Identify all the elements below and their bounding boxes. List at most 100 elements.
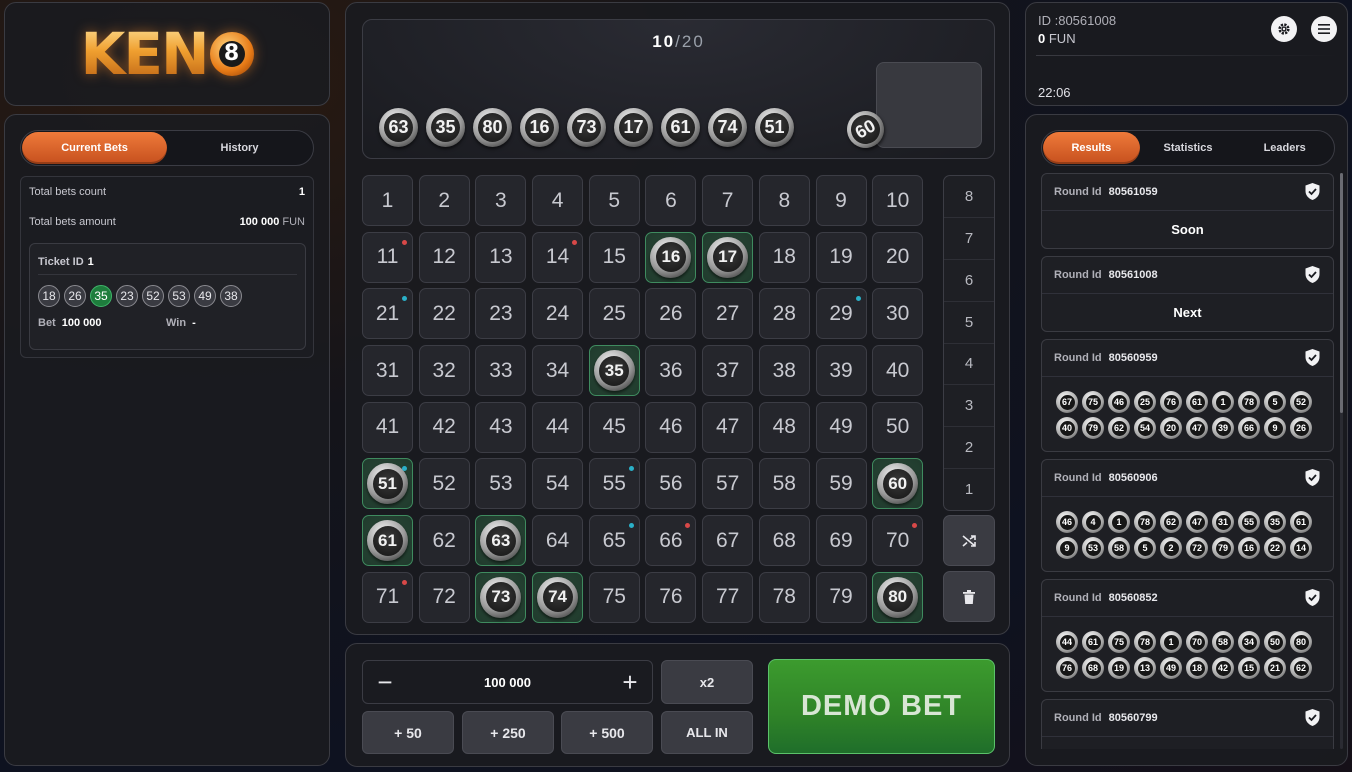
board-cell-5[interactable]: 5: [588, 175, 640, 226]
menu-button[interactable]: [1311, 16, 1337, 42]
quick-add-50-button[interactable]: + 50: [362, 711, 454, 754]
round-card[interactable]: Round Id 80560799: [1041, 699, 1334, 749]
board-cell-74[interactable]: 74: [532, 571, 584, 623]
board-cell-57[interactable]: 57: [702, 458, 754, 510]
board-cell-10[interactable]: 10: [872, 175, 924, 226]
shield-icon[interactable]: [1304, 468, 1321, 492]
settings-button[interactable]: [1271, 16, 1297, 42]
board-cell-22[interactable]: 22: [418, 288, 470, 340]
board-cell-14[interactable]: 14: [532, 231, 584, 283]
board-cell-63[interactable]: 63: [475, 515, 527, 567]
board-cell-78[interactable]: 78: [758, 571, 810, 623]
board-cell-30[interactable]: 30: [872, 288, 924, 340]
round-card[interactable]: Round Id 80560959 67 75 46 25 76 61 1 78 5 52 40 79 62…: [1041, 339, 1334, 452]
board-cell-41[interactable]: 41: [362, 401, 413, 453]
quick-add-250-button[interactable]: + 250: [462, 711, 554, 754]
board-cell-7[interactable]: 7: [702, 175, 754, 226]
board-cell-76[interactable]: 76: [645, 571, 697, 623]
all-in-button[interactable]: ALL IN: [661, 711, 753, 754]
board-cell-18[interactable]: 18: [758, 231, 810, 283]
board-cell-12[interactable]: 12: [418, 231, 470, 283]
increase-bet-button[interactable]: +: [620, 669, 640, 695]
shield-icon[interactable]: [1304, 708, 1321, 732]
board-cell-26[interactable]: 26: [645, 288, 697, 340]
board-cell-35[interactable]: 35: [588, 345, 640, 397]
board-cell-23[interactable]: 23: [475, 288, 527, 340]
board-cell-50[interactable]: 50: [872, 401, 924, 453]
board-cell-51[interactable]: 51: [362, 458, 413, 510]
board-cell-64[interactable]: 64: [532, 515, 584, 567]
shield-icon[interactable]: [1304, 182, 1321, 206]
board-cell-6[interactable]: 6: [645, 175, 697, 226]
board-cell-71[interactable]: 71: [362, 571, 413, 623]
round-card[interactable]: Round Id 80561059 Soon: [1041, 173, 1334, 249]
board-cell-36[interactable]: 36: [645, 345, 697, 397]
bet-amount-input[interactable]: 100 000: [484, 675, 531, 690]
board-cell-45[interactable]: 45: [588, 401, 640, 453]
board-cell-44[interactable]: 44: [532, 401, 584, 453]
board-cell-42[interactable]: 42: [418, 401, 470, 453]
round-card[interactable]: Round Id 80560852 44 61 75 78 1 70 58 34 50 80 76 68 1…: [1041, 579, 1334, 692]
board-cell-19[interactable]: 19: [815, 231, 867, 283]
board-cell-59[interactable]: 59: [815, 458, 867, 510]
board-cell-46[interactable]: 46: [645, 401, 697, 453]
board-cell-69[interactable]: 69: [815, 515, 867, 567]
board-cell-37[interactable]: 37: [702, 345, 754, 397]
round-card[interactable]: Round Id 80560906 46 4 1 78 62 47 31 55 35 61 9 53 58 5…: [1041, 459, 1334, 572]
board-cell-52[interactable]: 52: [418, 458, 470, 510]
shield-icon[interactable]: [1304, 265, 1321, 289]
board-cell-21[interactable]: 21: [362, 288, 413, 340]
board-cell-15[interactable]: 15: [588, 231, 640, 283]
board-cell-61[interactable]: 61: [362, 515, 413, 567]
ticket-card[interactable]: Ticket ID 1 18 26 35 23 52 53 49 38 Bet 100 000 W…: [29, 243, 306, 350]
board-cell-32[interactable]: 32: [418, 345, 470, 397]
board-cell-16[interactable]: 16: [645, 231, 697, 283]
board-cell-54[interactable]: 54: [532, 458, 584, 510]
tab-results[interactable]: Results: [1043, 132, 1140, 164]
board-cell-31[interactable]: 31: [362, 345, 413, 397]
board-cell-27[interactable]: 27: [702, 288, 754, 340]
rounds-scrollbar[interactable]: [1340, 173, 1343, 749]
board-cell-68[interactable]: 68: [758, 515, 810, 567]
board-cell-73[interactable]: 73: [475, 571, 527, 623]
board-cell-66[interactable]: 66: [645, 515, 697, 567]
board-cell-2[interactable]: 2: [418, 175, 470, 226]
tab-leaders[interactable]: Leaders: [1236, 132, 1333, 164]
board-cell-62[interactable]: 62: [418, 515, 470, 567]
board-cell-39[interactable]: 39: [815, 345, 867, 397]
quick-add-500-button[interactable]: + 500: [561, 711, 653, 754]
board-cell-79[interactable]: 79: [815, 571, 867, 623]
board-cell-33[interactable]: 33: [475, 345, 527, 397]
board-cell-48[interactable]: 48: [758, 401, 810, 453]
board-cell-53[interactable]: 53: [475, 458, 527, 510]
board-cell-67[interactable]: 67: [702, 515, 754, 567]
board-cell-29[interactable]: 29: [815, 288, 867, 340]
shield-icon[interactable]: [1304, 348, 1321, 372]
double-bet-button[interactable]: x2: [661, 660, 753, 704]
random-pick-button[interactable]: [943, 515, 995, 566]
board-cell-25[interactable]: 25: [588, 288, 640, 340]
board-cell-55[interactable]: 55: [588, 458, 640, 510]
demo-bet-button[interactable]: DEMO BET: [768, 659, 995, 754]
board-cell-80[interactable]: 80: [872, 571, 924, 623]
board-cell-43[interactable]: 43: [475, 401, 527, 453]
board-cell-9[interactable]: 9: [815, 175, 867, 226]
board-cell-8[interactable]: 8: [758, 175, 810, 226]
board-cell-77[interactable]: 77: [702, 571, 754, 623]
board-cell-13[interactable]: 13: [475, 231, 527, 283]
board-cell-47[interactable]: 47: [702, 401, 754, 453]
tab-current-bets[interactable]: Current Bets: [22, 132, 167, 164]
tab-history[interactable]: History: [167, 132, 312, 164]
board-cell-1[interactable]: 1: [362, 175, 413, 226]
board-cell-40[interactable]: 40: [872, 345, 924, 397]
board-cell-49[interactable]: 49: [815, 401, 867, 453]
board-cell-58[interactable]: 58: [758, 458, 810, 510]
board-cell-60[interactable]: 60: [872, 458, 924, 510]
board-cell-72[interactable]: 72: [418, 571, 470, 623]
board-cell-75[interactable]: 75: [588, 571, 640, 623]
board-cell-70[interactable]: 70: [872, 515, 924, 567]
board-cell-17[interactable]: 17: [702, 231, 754, 283]
board-cell-56[interactable]: 56: [645, 458, 697, 510]
board-cell-34[interactable]: 34: [532, 345, 584, 397]
board-cell-11[interactable]: 11: [362, 231, 413, 283]
